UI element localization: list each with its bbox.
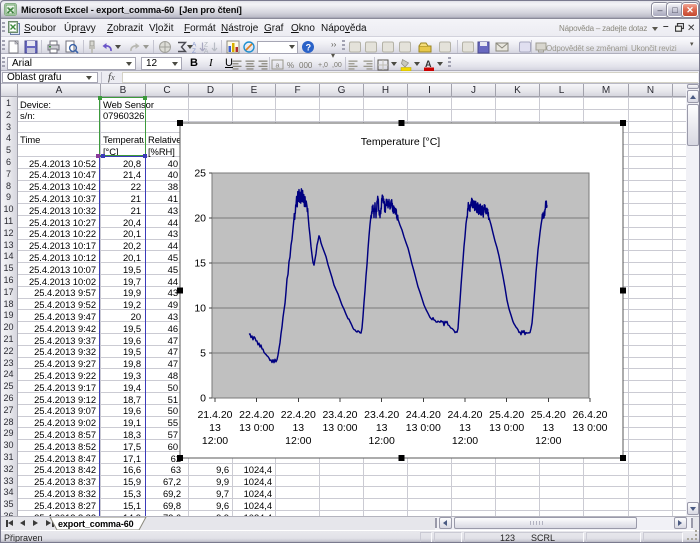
svg-text:13: 13 xyxy=(542,422,554,434)
svg-text:22.4.20: 22.4.20 xyxy=(239,409,274,421)
svg-text:12:00: 12:00 xyxy=(285,435,311,447)
svg-text:a: a xyxy=(276,62,280,69)
svg-text:0: 0 xyxy=(200,393,206,405)
svg-text:25.4.20: 25.4.20 xyxy=(489,409,524,421)
svg-text:13: 13 xyxy=(376,422,388,434)
svg-text:13 0:00: 13 0:00 xyxy=(239,422,274,434)
svg-text:21.4.20: 21.4.20 xyxy=(197,409,232,421)
svg-text:23.4.20: 23.4.20 xyxy=(364,409,399,421)
svg-text:13 0:00: 13 0:00 xyxy=(406,422,441,434)
svg-text:12:00: 12:00 xyxy=(202,435,228,447)
svg-text:13 0:00: 13 0:00 xyxy=(572,422,607,434)
svg-text:13 0:00: 13 0:00 xyxy=(322,422,357,434)
svg-text:25: 25 xyxy=(194,168,206,180)
svg-text:?: ? xyxy=(306,42,312,52)
svg-text:12:00: 12:00 xyxy=(369,435,395,447)
svg-text:Z: Z xyxy=(192,48,196,54)
svg-text:23.4.20: 23.4.20 xyxy=(322,409,357,421)
svg-text:24.4.20: 24.4.20 xyxy=(447,409,482,421)
svg-text:12:00: 12:00 xyxy=(535,435,561,447)
svg-text:15: 15 xyxy=(194,258,206,270)
svg-text:13: 13 xyxy=(459,422,471,434)
svg-text:22.4.20: 22.4.20 xyxy=(281,409,316,421)
svg-text:13: 13 xyxy=(292,422,304,434)
svg-text:A: A xyxy=(204,48,209,54)
svg-text:20: 20 xyxy=(194,213,206,225)
svg-text:25.4.20: 25.4.20 xyxy=(531,409,566,421)
svg-text:26.4.20: 26.4.20 xyxy=(572,409,607,421)
svg-text:12:00: 12:00 xyxy=(452,435,478,447)
svg-text:24.4.20: 24.4.20 xyxy=(406,409,441,421)
svg-text:13 0:00: 13 0:00 xyxy=(489,422,524,434)
svg-text:Temperature [°C]: Temperature [°C] xyxy=(361,136,441,148)
svg-text:13: 13 xyxy=(209,422,221,434)
svg-text:10: 10 xyxy=(194,303,206,315)
svg-text:5: 5 xyxy=(200,348,206,360)
